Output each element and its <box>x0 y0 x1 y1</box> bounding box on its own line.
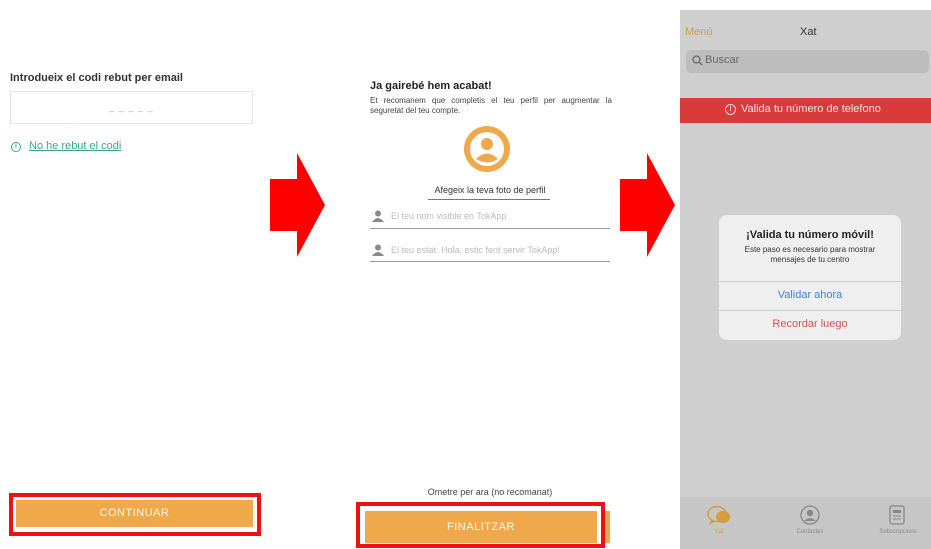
dialog-body: Este paso es necesario para mostrar mens… <box>744 245 876 264</box>
tab-contactes[interactable]: Contactes <box>787 529 833 535</box>
search-icon <box>692 55 703 66</box>
status-input[interactable]: El teu estat: Hola, estic fent servir To… <box>391 245 560 255</box>
search-placeholder: Buscar <box>705 54 740 66</box>
code-title: Introdueix el codi rebut per email <box>10 72 183 84</box>
continue-button[interactable]: CONTINUAR <box>16 500 253 527</box>
dialog-title: ¡Valida tu número móvil! <box>746 229 874 241</box>
no-code-link[interactable]: No he rebut el codi <box>29 140 121 152</box>
name-input[interactable]: El teu nom visible en TokApp <box>391 211 506 221</box>
arrow-right-icon <box>620 153 675 257</box>
tab-xat[interactable]: Xat <box>706 529 732 535</box>
person-icon <box>372 244 384 256</box>
menu-button[interactable]: Menú <box>685 26 713 38</box>
info-icon: i <box>11 142 21 152</box>
validate-now-button[interactable]: Validar ahora <box>719 289 901 301</box>
chat-icon[interactable] <box>707 505 731 527</box>
dialog-divider <box>719 281 901 282</box>
person-icon <box>372 210 384 222</box>
info-icon: ! <box>725 104 736 115</box>
status-bar-cut <box>680 0 931 10</box>
tab-subscripcions[interactable]: Subscripcions <box>868 529 928 535</box>
profile-description: Et recomanem que completis el teu perfil… <box>370 96 612 115</box>
add-photo-link[interactable]: Afegeix la teva foto de perfil <box>430 185 550 195</box>
status-underline <box>370 261 610 262</box>
add-photo-underline <box>428 199 550 200</box>
name-underline <box>370 228 610 229</box>
skip-link[interactable]: Ometre per ara (no recomanat) <box>370 487 610 497</box>
dialog-divider <box>719 310 901 311</box>
arrow-right-icon <box>270 153 325 257</box>
validate-banner-text: Valida tu número de telefono <box>741 103 881 115</box>
page-title: Xat <box>800 26 817 38</box>
finish-button[interactable]: FINALITZAR <box>365 511 597 543</box>
avatar-icon[interactable] <box>464 126 510 172</box>
contacts-icon[interactable] <box>800 505 820 525</box>
code-input[interactable]: _ _ _ _ _ <box>10 91 253 124</box>
profile-title: Ja gairebé hem acabat! <box>370 80 492 92</box>
subscriptions-icon[interactable] <box>889 505 905 525</box>
remind-later-button[interactable]: Recordar luego <box>719 318 901 330</box>
